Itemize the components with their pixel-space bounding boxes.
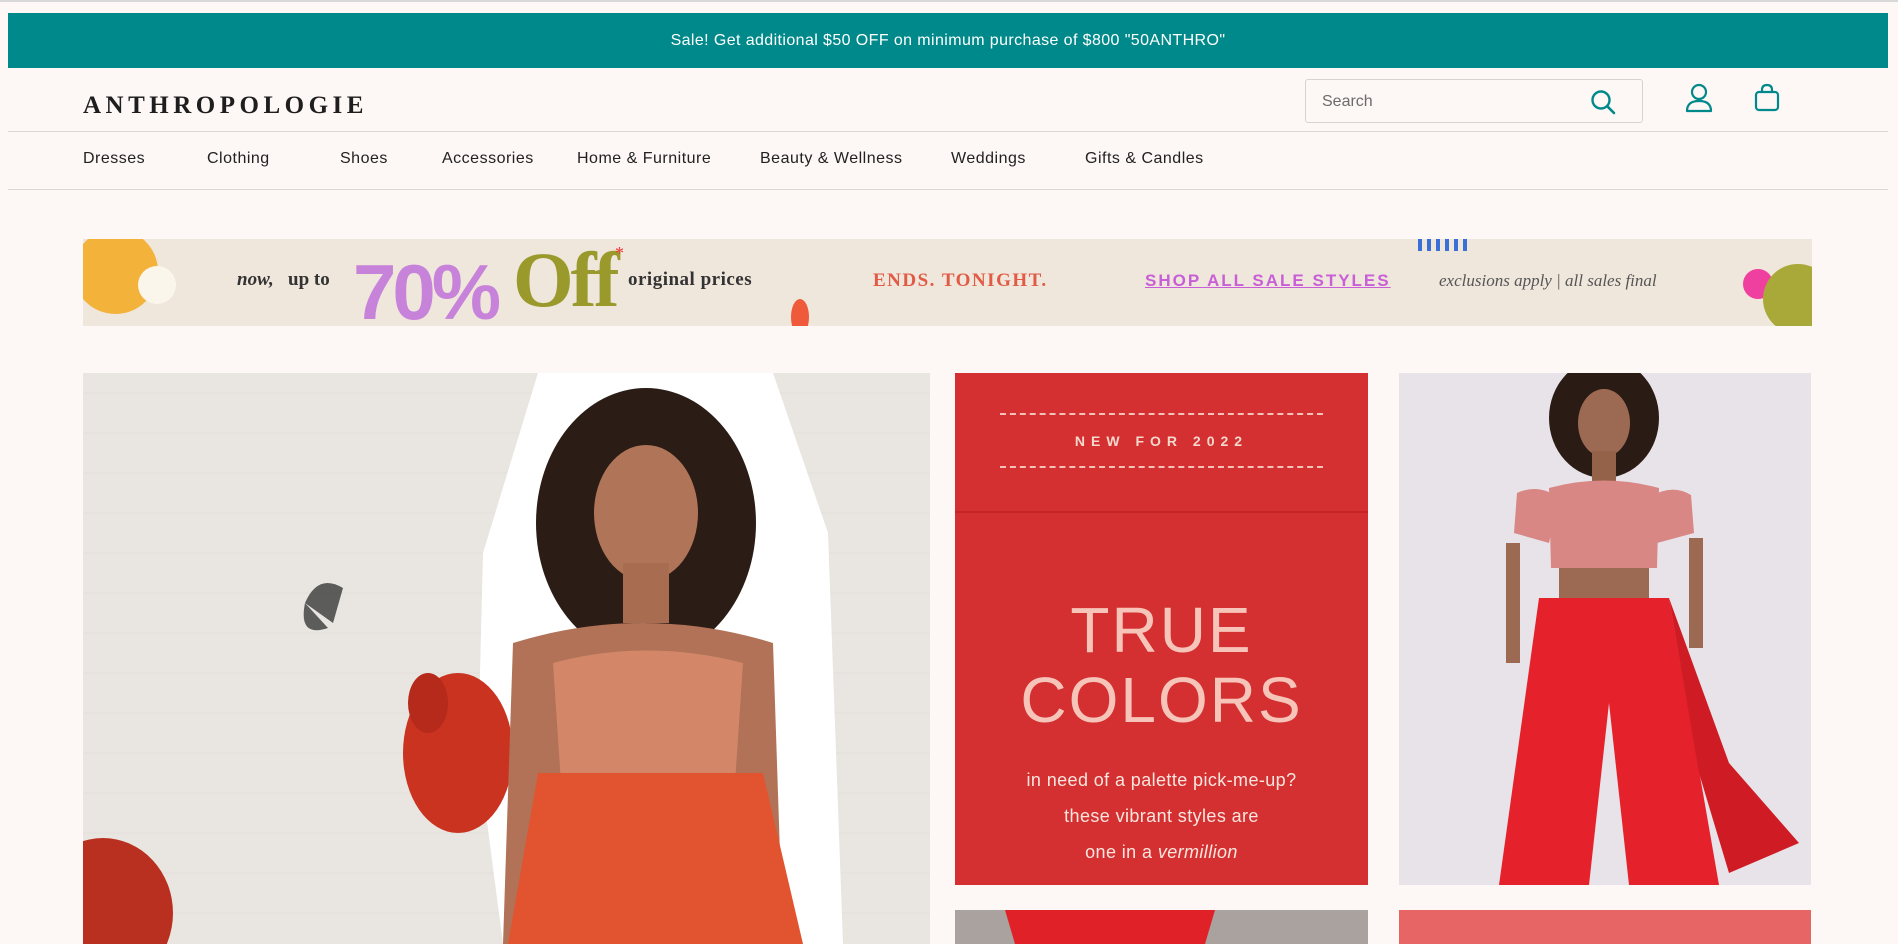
nav-item-gifts-candles[interactable]: Gifts & Candles — [1085, 150, 1204, 168]
promo-bar[interactable]: Sale! Get additional $50 OFF on minimum … — [8, 13, 1888, 68]
tile-sub-line3: one in a vermillion — [955, 842, 1368, 863]
nav-item-beauty-wellness[interactable]: Beauty & Wellness — [760, 150, 903, 168]
decor-stripes — [1418, 239, 1468, 251]
search-box[interactable] — [1305, 79, 1643, 123]
brand-logo[interactable]: ANTHROPOLOGIE — [83, 92, 368, 120]
tile-eyebrow: NEW FOR 2022 — [1074, 433, 1249, 449]
nav-item-clothing[interactable]: Clothing — [207, 150, 270, 168]
sale-exclusions: exclusions apply | all sales final — [1439, 271, 1657, 290]
header-divider — [8, 131, 1888, 132]
nav-item-home-furniture[interactable]: Home & Furniture — [577, 150, 711, 168]
tile-divider-bottom — [1000, 466, 1323, 468]
product-image-bottom-left[interactable] — [955, 910, 1368, 944]
hero-illustration — [83, 373, 930, 944]
model-illustration — [1399, 373, 1811, 885]
tile-sub-line3-a: one in a — [1085, 842, 1153, 862]
tile-sub-line3-b: vermillion — [1157, 842, 1238, 862]
user-icon[interactable] — [1685, 83, 1713, 113]
decor-dot-cream — [138, 266, 176, 304]
product-illustration-bottom — [955, 910, 1368, 944]
hero-image[interactable] — [83, 373, 930, 944]
top-divider — [0, 0, 1898, 2]
true-colors-tile[interactable]: NEW FOR 2022 TRUE COLORS in need of a pa… — [955, 373, 1368, 885]
model-image[interactable] — [1399, 373, 1811, 885]
sale-ends: ENDS. TONIGHT. — [873, 270, 1048, 291]
nav-item-weddings[interactable]: Weddings — [951, 150, 1026, 168]
tile-sub-line1: in need of a palette pick-me-up? — [1026, 770, 1297, 790]
tile-sub-line2: these vibrant styles are — [1064, 806, 1259, 826]
decor-dot-olive — [1763, 264, 1812, 326]
shop-sale-link[interactable]: SHOP ALL SALE STYLES — [1145, 271, 1391, 291]
nav-item-shoes[interactable]: Shoes — [340, 150, 388, 168]
promo-text: Sale! Get additional $50 OFF on minimum … — [670, 31, 1226, 49]
nav-divider — [8, 189, 1888, 190]
sale-original: original prices — [628, 269, 753, 290]
tile-title-line1: TRUE — [1070, 594, 1253, 666]
shopping-bag-icon[interactable] — [1753, 83, 1781, 113]
decor-dot-red — [791, 299, 809, 326]
tile-divider-top — [1000, 413, 1323, 415]
sale-banner[interactable]: now, up to 70% Off * original prices END… — [83, 239, 1812, 326]
sale-percent: 70% — [353, 248, 501, 326]
sale-asterisk: * — [615, 243, 624, 263]
product-image-bottom-right[interactable] — [1399, 910, 1811, 944]
search-input[interactable] — [1320, 89, 1584, 115]
tile-split — [955, 511, 1368, 513]
tile-title-line2: COLORS — [1020, 664, 1303, 736]
nav-item-accessories[interactable]: Accessories — [442, 150, 534, 168]
sale-up-to: up to — [288, 269, 330, 290]
nav-item-dresses[interactable]: Dresses — [83, 150, 145, 168]
sale-now: now, — [237, 269, 274, 290]
search-icon[interactable] — [1590, 89, 1616, 115]
sale-off: Off — [513, 239, 620, 323]
